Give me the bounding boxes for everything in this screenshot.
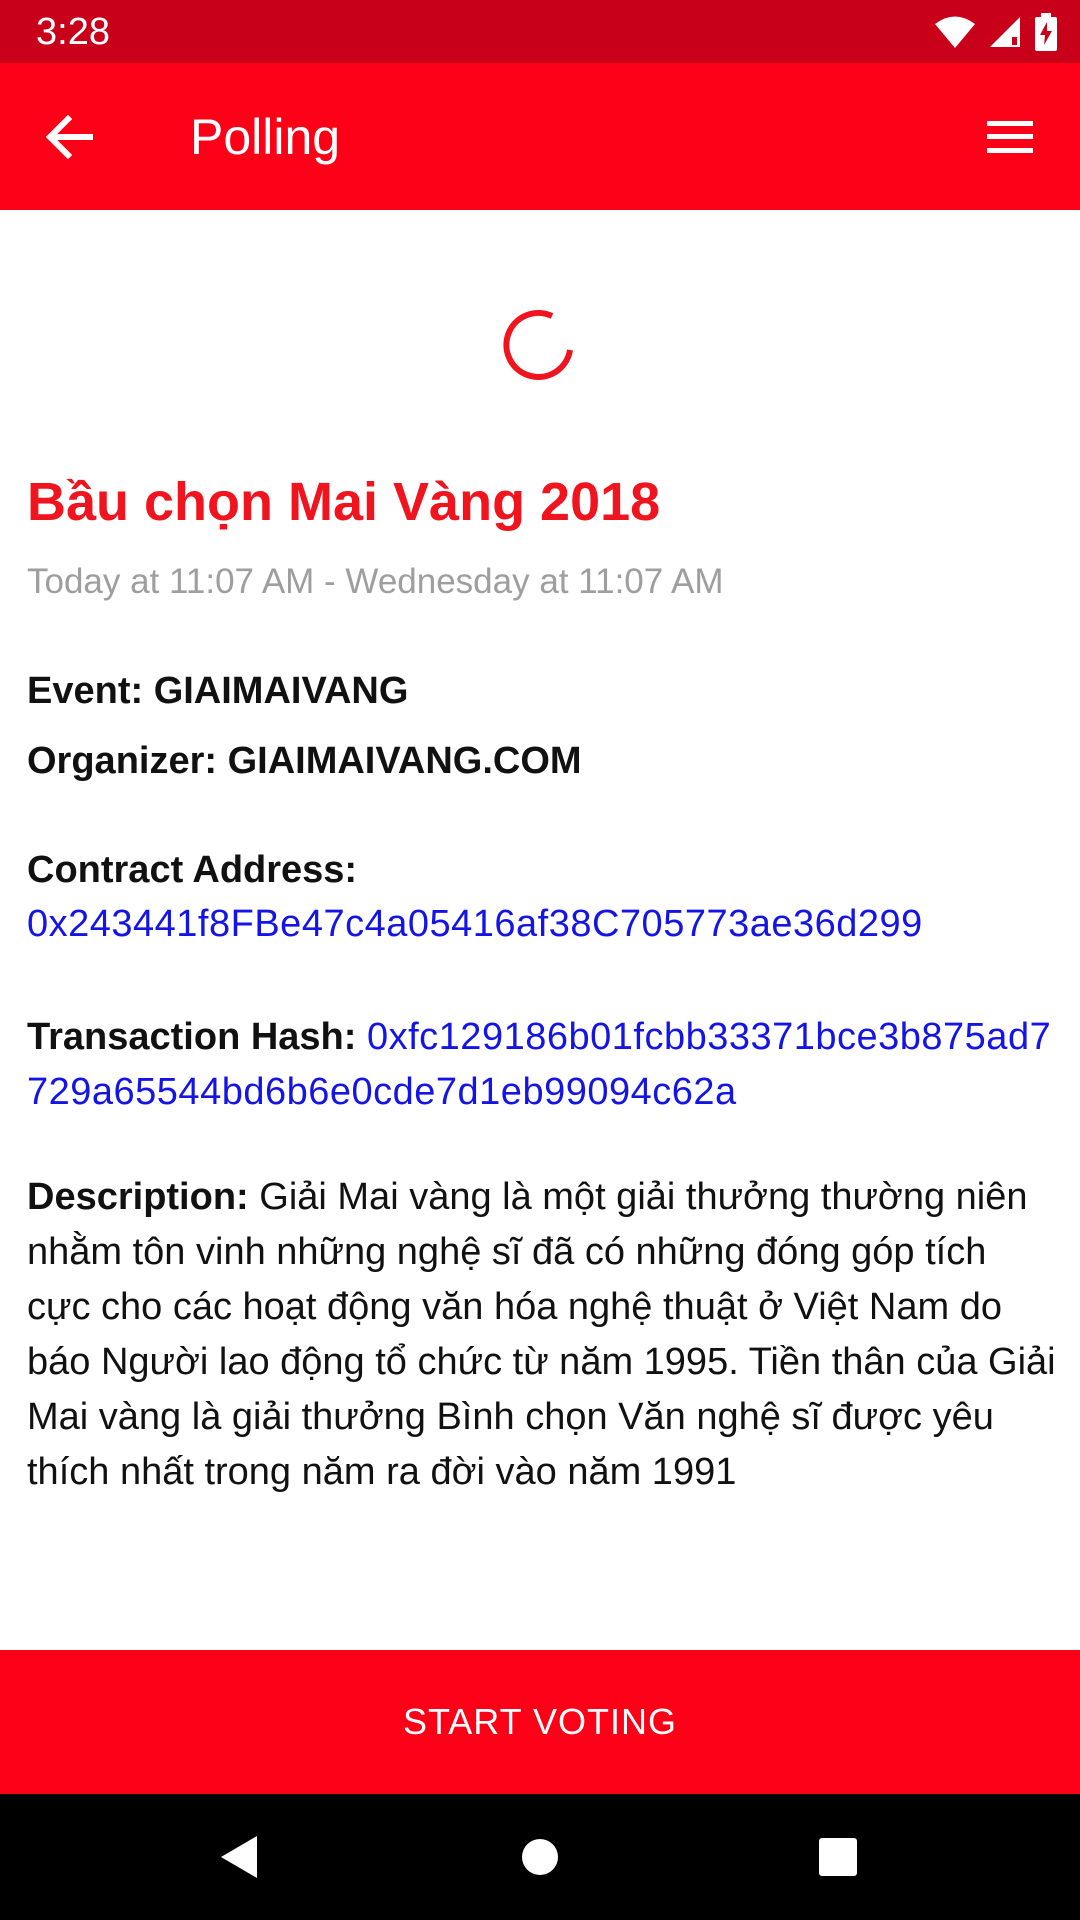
description-label: Description: — [27, 1176, 249, 1218]
contract-address-label: Contract Address: — [27, 849, 358, 891]
contract-address-link[interactable]: 0x243441f8FBe47c4a05416af38C705773ae36d2… — [27, 901, 923, 947]
status-bar: 3:28 — [0, 0, 1080, 63]
page-title: Polling — [190, 109, 341, 165]
start-voting-button[interactable]: START VOTING — [0, 1650, 1080, 1794]
event-label: Event: GIAIMAIVANG — [27, 670, 409, 712]
organizer-label: Organizer: GIAIMAIVANG.COM — [27, 740, 582, 782]
back-button[interactable] — [36, 103, 104, 171]
hamburger-menu-icon — [987, 121, 1033, 153]
transaction-hash: Transaction Hash: 0xfc129186b01fcbb33371… — [27, 1010, 1057, 1120]
transaction-hash-label: Transaction Hash: — [27, 1016, 357, 1058]
description: Description: Giải Mai vàng là một giải t… — [27, 1170, 1057, 1500]
back-triangle-icon — [221, 1836, 257, 1878]
battery-charging-icon — [1035, 13, 1057, 51]
spinner-icon — [503, 309, 573, 380]
menu-button[interactable] — [976, 103, 1044, 171]
cell-signal-icon — [990, 17, 1020, 47]
recents-square-icon — [819, 1838, 857, 1876]
app-bar: Polling — [0, 63, 1080, 210]
home-circle-icon — [522, 1839, 558, 1875]
description-text: Giải Mai vàng là một giải thưởng thường … — [27, 1176, 1056, 1493]
poll-time-range: Today at 11:07 AM - Wednesday at 11:07 A… — [27, 562, 724, 601]
nav-recents-button[interactable] — [803, 1822, 873, 1892]
status-icons — [934, 10, 1058, 54]
status-time: 3:28 — [36, 11, 110, 53]
nav-home-button[interactable] — [505, 1822, 575, 1892]
wifi-icon — [935, 16, 975, 48]
arrow-left-icon — [46, 115, 93, 159]
nav-back-button[interactable] — [204, 1822, 274, 1892]
system-nav-bar — [0, 1794, 1080, 1920]
poll-title: Bầu chọn Mai Vàng 2018 — [27, 472, 661, 532]
